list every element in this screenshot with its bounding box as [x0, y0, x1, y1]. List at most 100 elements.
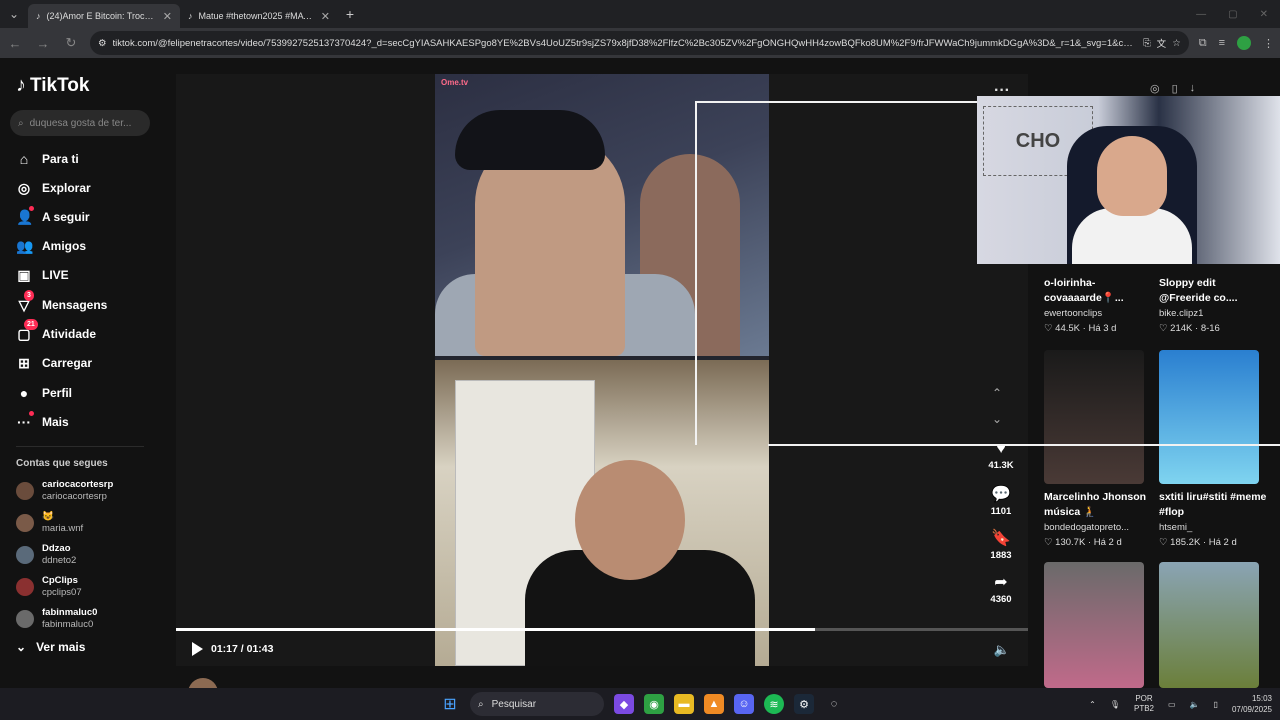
forward-icon[interactable]: → [34, 36, 52, 51]
play-icon[interactable] [192, 642, 203, 656]
account-handle: fabinmaluc0 [42, 619, 94, 630]
bookmark-star-icon[interactable]: ☆ [1172, 38, 1181, 49]
microphone-icon[interactable]: 🎙 [1110, 700, 1120, 709]
menu-item-explorar[interactable]: ◎ Explorar [16, 177, 91, 199]
app-icon[interactable]: ▲ [704, 694, 724, 714]
menu-item-atividade[interactable]: ▢ 21 Atividade [16, 318, 96, 345]
new-tab-button[interactable]: + [338, 6, 362, 22]
account-handle: cariocacortesrp [42, 491, 107, 502]
recommendation-card[interactable]: sxtiti liru#stiti #meme #flop htsemi_ ♡ … [1159, 490, 1269, 550]
following-account[interactable]: cariocacortesrp cariocacortesrp [16, 479, 113, 503]
following-account[interactable]: Ddzao ddneto2 [16, 543, 76, 567]
menu-item-mensagens[interactable]: ▽ 3 Mensagens [16, 289, 107, 316]
device-icon[interactable]: ▯ [1172, 82, 1178, 95]
download-icon[interactable]: ↓ [1190, 82, 1196, 95]
chevron-up-icon[interactable]: ⌃ [1089, 700, 1096, 709]
more-icon: ··· [16, 411, 34, 430]
account-name: fabinmaluc0 [42, 607, 98, 618]
minimize-icon[interactable]: — [1196, 9, 1206, 20]
taskbar-search-label: Pesquisar [491, 698, 537, 710]
save-button[interactable]: 🔖 1883 [981, 528, 1021, 561]
discord-icon[interactable]: ☺ [734, 694, 754, 714]
file-explorer-icon[interactable]: ▬ [674, 694, 694, 714]
coin-icon[interactable]: ◎ [1150, 82, 1160, 95]
progress-bar[interactable] [176, 628, 1028, 631]
recommendation-thumbnail[interactable] [1044, 562, 1144, 688]
compass-icon: ◎ [17, 179, 31, 196]
windows-start-icon[interactable]: ⊞ [440, 694, 460, 714]
url-text: tiktok.com/@felipenetracortes/video/7539… [112, 37, 1138, 49]
language-indicator[interactable]: POR PTB2 [1134, 694, 1154, 714]
following-account[interactable]: fabinmaluc0 fabinmaluc0 [16, 607, 97, 631]
account-handle: maria.wnf [42, 523, 84, 534]
next-video-icon[interactable]: ⌄ [992, 412, 1002, 426]
menu-item-mais[interactable]: ··· Mais [16, 411, 69, 433]
following-account[interactable]: CpClips cpclips07 [16, 575, 82, 599]
steam-icon[interactable]: ⚙ [794, 694, 814, 714]
recommendation-card[interactable]: Marcelinho Jhonson música 🧎 bondedogatop… [1044, 490, 1154, 550]
following-account[interactable]: 😺 maria.wnf [16, 511, 83, 535]
video-person [455, 110, 605, 170]
card-stats: ♡ 130.7K · Há 2 d [1044, 537, 1122, 548]
spotify-icon[interactable]: ≋ [764, 694, 784, 714]
browser-tab-active[interactable]: ♪ (24)Amor E Bitcoin: Troca de N... ✕ [28, 4, 180, 28]
video-player[interactable]: Ome.tv ··· ⌃ ⌄ ♥ 41.3K 💬 1101 🔖 1883 ➦ 4360 … [176, 74, 1028, 666]
card-stats: ♡ 185.2K · Há 2 d [1159, 537, 1237, 548]
install-icon[interactable]: ⎘ [1143, 38, 1151, 49]
clock[interactable]: 15:03 07/09/2025 [1232, 693, 1272, 715]
upload-icon: ⊞ [18, 354, 30, 371]
recommendation-thumbnail[interactable] [1044, 350, 1144, 484]
heart-icon: ♡ [1044, 323, 1053, 334]
browser-tab[interactable]: ♪ Matue #thetown2025 #MATUE ✕ [180, 4, 338, 28]
previous-video-icon[interactable]: ⌃ [992, 386, 1002, 400]
url-input[interactable]: ⚙ tiktok.com/@felipenetracortes/video/75… [90, 31, 1189, 55]
battery-icon[interactable]: ▯ [1214, 700, 1218, 709]
recommendation-card[interactable]: o-loirinha-covaaaarde📍... ewertoonclips … [1044, 276, 1148, 336]
extension-icon[interactable] [1237, 36, 1251, 50]
share-button[interactable]: ➦ 4360 [981, 572, 1021, 605]
menu-item-amigos[interactable]: 👥 Amigos [16, 235, 86, 257]
card-title: o-loirinha-covaaaarde📍... [1044, 277, 1124, 304]
volume-icon[interactable]: 🔈 [994, 642, 1010, 658]
taskbar-search[interactable]: ⌕ Pesquisar [470, 692, 604, 716]
window-controls: — ▢ ✕ [1196, 9, 1280, 20]
heart-icon: ♡ [1159, 537, 1168, 548]
network-icon[interactable]: ▭ [1168, 700, 1176, 709]
recommendation-card[interactable]: Sloppy edit @Freeride co.... bike.clipz1… [1159, 276, 1263, 336]
notification-dot [29, 411, 34, 416]
chrome-icon[interactable]: ◉ [644, 694, 664, 714]
recommendation-thumbnail[interactable] [1159, 562, 1259, 688]
clock-time: 15:03 [1251, 694, 1272, 703]
extensions-icon[interactable]: ⧉ [1199, 37, 1207, 50]
menu-item-perfil[interactable]: ● Perfil [16, 382, 72, 404]
menu-item-live[interactable]: ▣ LIVE [16, 264, 68, 286]
volume-icon[interactable]: 🔈 [1190, 700, 1200, 709]
comment-button[interactable]: 💬 1101 [981, 484, 1021, 517]
back-icon[interactable]: ← [6, 36, 24, 51]
tab-search-icon[interactable]: ⌄ [0, 0, 28, 28]
obs-icon[interactable]: ◌ [824, 694, 844, 714]
video-frame[interactable]: Ome.tv [435, 74, 769, 666]
close-window-icon[interactable]: ✕ [1260, 9, 1268, 20]
menu-item-a-seguir[interactable]: 👤 A seguir [16, 205, 90, 228]
search-input[interactable]: ⌕ duquesa gosta de ter... [10, 110, 150, 136]
see-more-link[interactable]: ⌄ Ver mais [16, 640, 85, 654]
account-name: CpClips [42, 575, 78, 586]
site-info-icon[interactable]: ⚙ [98, 38, 107, 49]
media-controls-icon[interactable]: ≡ [1219, 37, 1225, 49]
copilot-icon[interactable]: ◆ [614, 694, 634, 714]
browser-menu-icon[interactable]: ⋮ [1263, 37, 1274, 50]
card-age: 8-16 [1200, 323, 1220, 334]
menu-item-carregar[interactable]: ⊞ Carregar [16, 352, 92, 374]
recommendation-thumbnail[interactable] [1159, 350, 1259, 484]
tiktok-logo[interactable]: ♪ TikTok [16, 74, 89, 97]
close-tab-icon[interactable]: ✕ [321, 10, 330, 23]
menu-item-para-ti[interactable]: ⌂ Para ti [16, 148, 79, 170]
search-icon: ⌕ [18, 117, 24, 129]
reload-icon[interactable]: ↻ [62, 35, 80, 51]
overlay-line [695, 101, 977, 103]
translate-icon[interactable]: 文 [1157, 36, 1167, 50]
close-tab-icon[interactable]: ✕ [163, 10, 172, 23]
heart-icon: ♥ [996, 440, 1006, 457]
maximize-icon[interactable]: ▢ [1228, 9, 1237, 20]
